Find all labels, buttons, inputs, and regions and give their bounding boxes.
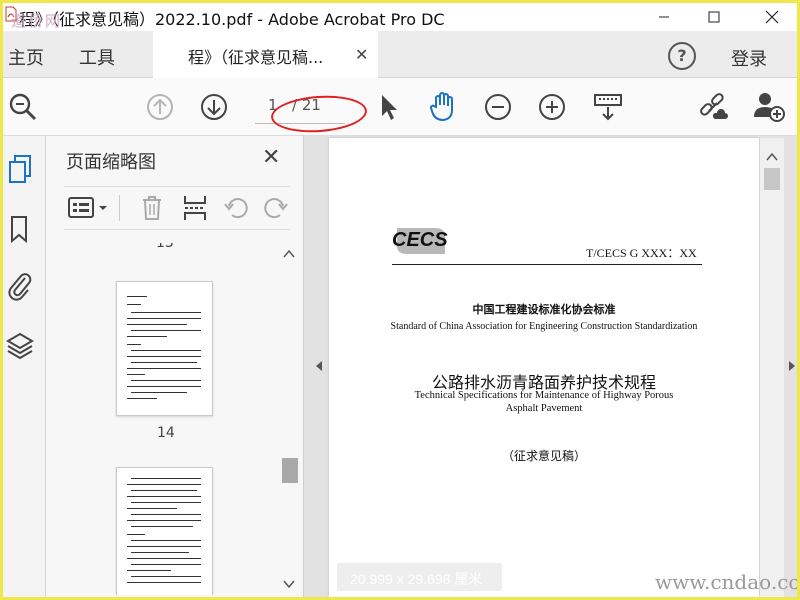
association-en: Standard of China Association for Engine… (390, 321, 698, 332)
insert-page-icon[interactable] (182, 194, 208, 222)
watermark-bottom-right: www.cndao.com (655, 570, 797, 594)
document-tab-label: 程》（征求意见稿... (188, 48, 324, 67)
home-tab[interactable]: 主页 (8, 44, 44, 70)
tools-tab[interactable]: 工具 (79, 44, 115, 70)
attachment-icon[interactable] (7, 270, 33, 302)
document-tab-close-button[interactable]: ✕ (355, 45, 368, 64)
tab-bar: 主页 工具 程》（征求意见稿... ✕ ? 登录 (3, 31, 797, 78)
maximize-icon (708, 11, 720, 23)
panel-close-button[interactable]: ✕ (262, 145, 280, 170)
delete-page-icon[interactable] (140, 194, 164, 222)
main-toolbar: 1 / 21 (3, 78, 797, 136)
document-view: CECS T/CECS G XXX：XX 中国工程建设标准化协会标准 Stand… (304, 136, 797, 597)
pdf-page: CECS T/CECS G XXX：XX 中国工程建设标准化协会标准 Stand… (329, 138, 759, 597)
doc-scroll-up-icon[interactable] (766, 152, 778, 162)
page-up-icon[interactable] (146, 93, 174, 121)
minimize-button[interactable] (639, 3, 689, 31)
thumbnail-list: 13 14 (61, 243, 278, 595)
cecs-logo-text: CECS (392, 229, 448, 251)
expand-right-icon[interactable] (788, 360, 796, 372)
maximize-button[interactable] (689, 3, 739, 31)
title-bar: 程》（征求意见稿）2022.10.pdf - Adobe Acrobat Pro… (3, 3, 797, 31)
zoom-out-icon[interactable] (484, 93, 512, 121)
hand-icon[interactable] (427, 90, 459, 122)
login-button[interactable]: 登录 (731, 45, 767, 71)
thumbnail-page-15[interactable] (116, 467, 213, 595)
document-title-en: Technical Specifications for Maintenance… (414, 390, 674, 414)
association-cn: 中国工程建设标准化协会标准 (472, 303, 616, 316)
page-size-text: 20.999 x 29.698 厘米 (350, 571, 483, 587)
draft-label: （征求意见稿） (501, 449, 586, 463)
thumbnail-options-icon[interactable] (68, 196, 110, 220)
header-rule (392, 264, 702, 265)
thumbnail-scrollbar[interactable] (279, 243, 299, 595)
left-rail (3, 136, 46, 597)
close-icon (765, 10, 779, 24)
keyboard-scroll-icon[interactable] (593, 92, 623, 122)
app-window: 程》（征求意见稿）2022.10.pdf - Adobe Acrobat Pro… (3, 3, 797, 597)
standard-code: T/CECS G XXX：XX (586, 246, 697, 260)
select-arrow-icon[interactable] (379, 92, 399, 122)
search-icon[interactable] (8, 92, 38, 122)
panel-title: 页面缩略图 (66, 152, 156, 173)
rotate-right-icon[interactable] (262, 195, 288, 221)
share-link-icon[interactable] (697, 91, 729, 123)
rotate-left-icon[interactable] (224, 195, 250, 221)
window-title: 程》（征求意见稿）2022.10.pdf - Adobe Acrobat Pro… (19, 10, 445, 29)
bookmark-icon[interactable] (9, 214, 29, 244)
watermark-top-left: 道桥网 (11, 12, 63, 30)
zoom-in-icon[interactable] (538, 93, 566, 121)
thumbnail-page-label-current: 14 (157, 425, 175, 441)
scroll-thumb[interactable] (282, 458, 298, 483)
thumbnail-page-label: 13 (156, 243, 174, 251)
panel-divider (119, 195, 120, 221)
thumbnail-page-14[interactable] (116, 281, 213, 416)
scroll-down-icon[interactable] (283, 579, 295, 589)
layers-icon[interactable] (6, 331, 34, 361)
thumbnail-panel: 页面缩略图 ✕ 13 14 (46, 136, 304, 597)
page-thumbnails-icon[interactable] (7, 154, 33, 184)
help-icon[interactable]: ? (668, 42, 696, 70)
page-down-icon[interactable] (200, 93, 228, 121)
scroll-up-icon[interactable] (283, 249, 295, 259)
panel-toolbar (64, 186, 290, 230)
close-window-button[interactable] (747, 3, 797, 31)
document-scrollbar[interactable] (760, 138, 784, 597)
doc-scroll-thumb[interactable] (764, 168, 780, 190)
add-user-icon[interactable] (752, 90, 786, 122)
collapse-panel-icon[interactable] (315, 360, 323, 372)
minimize-icon (659, 16, 669, 18)
